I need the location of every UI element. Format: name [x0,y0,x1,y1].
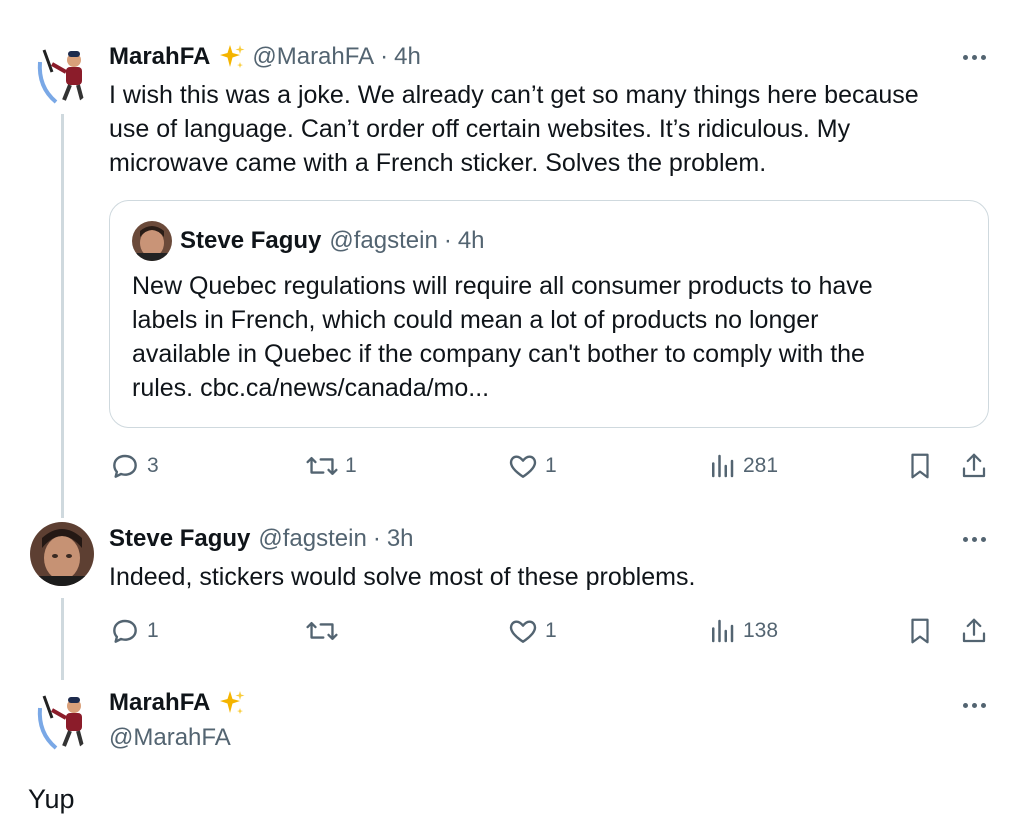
heart-icon [509,620,537,643]
share-icon [962,453,986,478]
quote-author-handle: @fagstein [329,227,438,254]
quote-tweet[interactable]: Steve Faguy @fagstein · 4h New Quebec re… [109,200,989,428]
like-count: 1 [545,454,557,477]
more-options-icon[interactable] [963,703,986,708]
bookmark-icon [911,453,929,479]
author-handle[interactable]: @MarahFA [252,43,374,71]
thread-connector-line [61,114,64,518]
separator-dot: · [380,43,389,70]
analytics-icon [712,454,734,478]
quote-author-name: Steve Faguy [180,227,322,254]
quote-timestamp: 4h [457,227,485,254]
sparkles-icon [218,43,246,71]
reply-icon [113,454,137,478]
repost-button[interactable]: 1 [305,446,357,486]
share-button[interactable] [959,446,989,486]
view-count: 138 [743,619,779,642]
reply-button[interactable]: 3 [109,446,159,486]
tweet-text: I wish this was a joke. We already can’t… [109,81,919,177]
tweet-text: Indeed, stickers would solve most of the… [109,563,696,591]
sparkles-icon [218,689,246,717]
tweet-actions: 3 1 1 281 [109,446,989,486]
more-options-icon[interactable] [963,55,986,60]
author-name[interactable]: MarahFA [109,689,210,717]
reply-count: 1 [147,619,159,642]
bookmark-icon [911,618,929,644]
like-button[interactable]: 1 [507,446,557,486]
like-count: 1 [545,619,557,642]
separator-dot: · [372,525,381,552]
repost-button[interactable] [305,611,345,651]
reply-button[interactable]: 1 [109,611,159,651]
thread-connector-line [61,598,64,680]
separator-dot: · [443,227,452,254]
reply-count: 3 [147,454,159,477]
tweet-actions: 1 1 138 [109,611,989,651]
views-button[interactable]: 138 [707,611,778,651]
timestamp[interactable]: 4h [394,43,421,71]
tweet-header: MarahFA [109,689,252,717]
reply-icon [113,619,137,643]
author-handle[interactable]: @MarahFA [109,724,231,752]
quote-header: Steve Faguy @fagstein · 4h [132,221,485,261]
avatar[interactable] [30,688,94,752]
share-icon [962,618,986,643]
author-name[interactable]: Steve Faguy [109,525,250,553]
view-count: 281 [743,454,779,477]
repost-icon [306,456,338,476]
more-options-icon[interactable] [963,537,986,542]
like-button[interactable]: 1 [507,611,557,651]
handle-row: @MarahFA [109,724,231,752]
views-button[interactable]: 281 [707,446,778,486]
tweet-header: Steve Faguy @fagstein · 3h [109,525,414,553]
author-name[interactable]: MarahFA [109,43,210,71]
avatar[interactable] [30,522,94,586]
bookmark-button[interactable] [905,446,935,486]
repost-count: 1 [345,454,357,477]
author-handle[interactable]: @fagstein [258,525,366,553]
tweet-header: MarahFA @MarahFA · 4h [109,43,421,71]
timestamp[interactable]: 3h [387,525,414,553]
heart-icon [509,455,537,478]
tweet-text: Yup [28,784,75,814]
analytics-icon [712,619,734,643]
share-button[interactable] [959,611,989,651]
avatar[interactable] [30,42,94,106]
bookmark-button[interactable] [905,611,935,651]
repost-icon [306,621,338,641]
quote-text: New Quebec regulations will require all … [132,272,873,402]
avatar [132,221,172,261]
